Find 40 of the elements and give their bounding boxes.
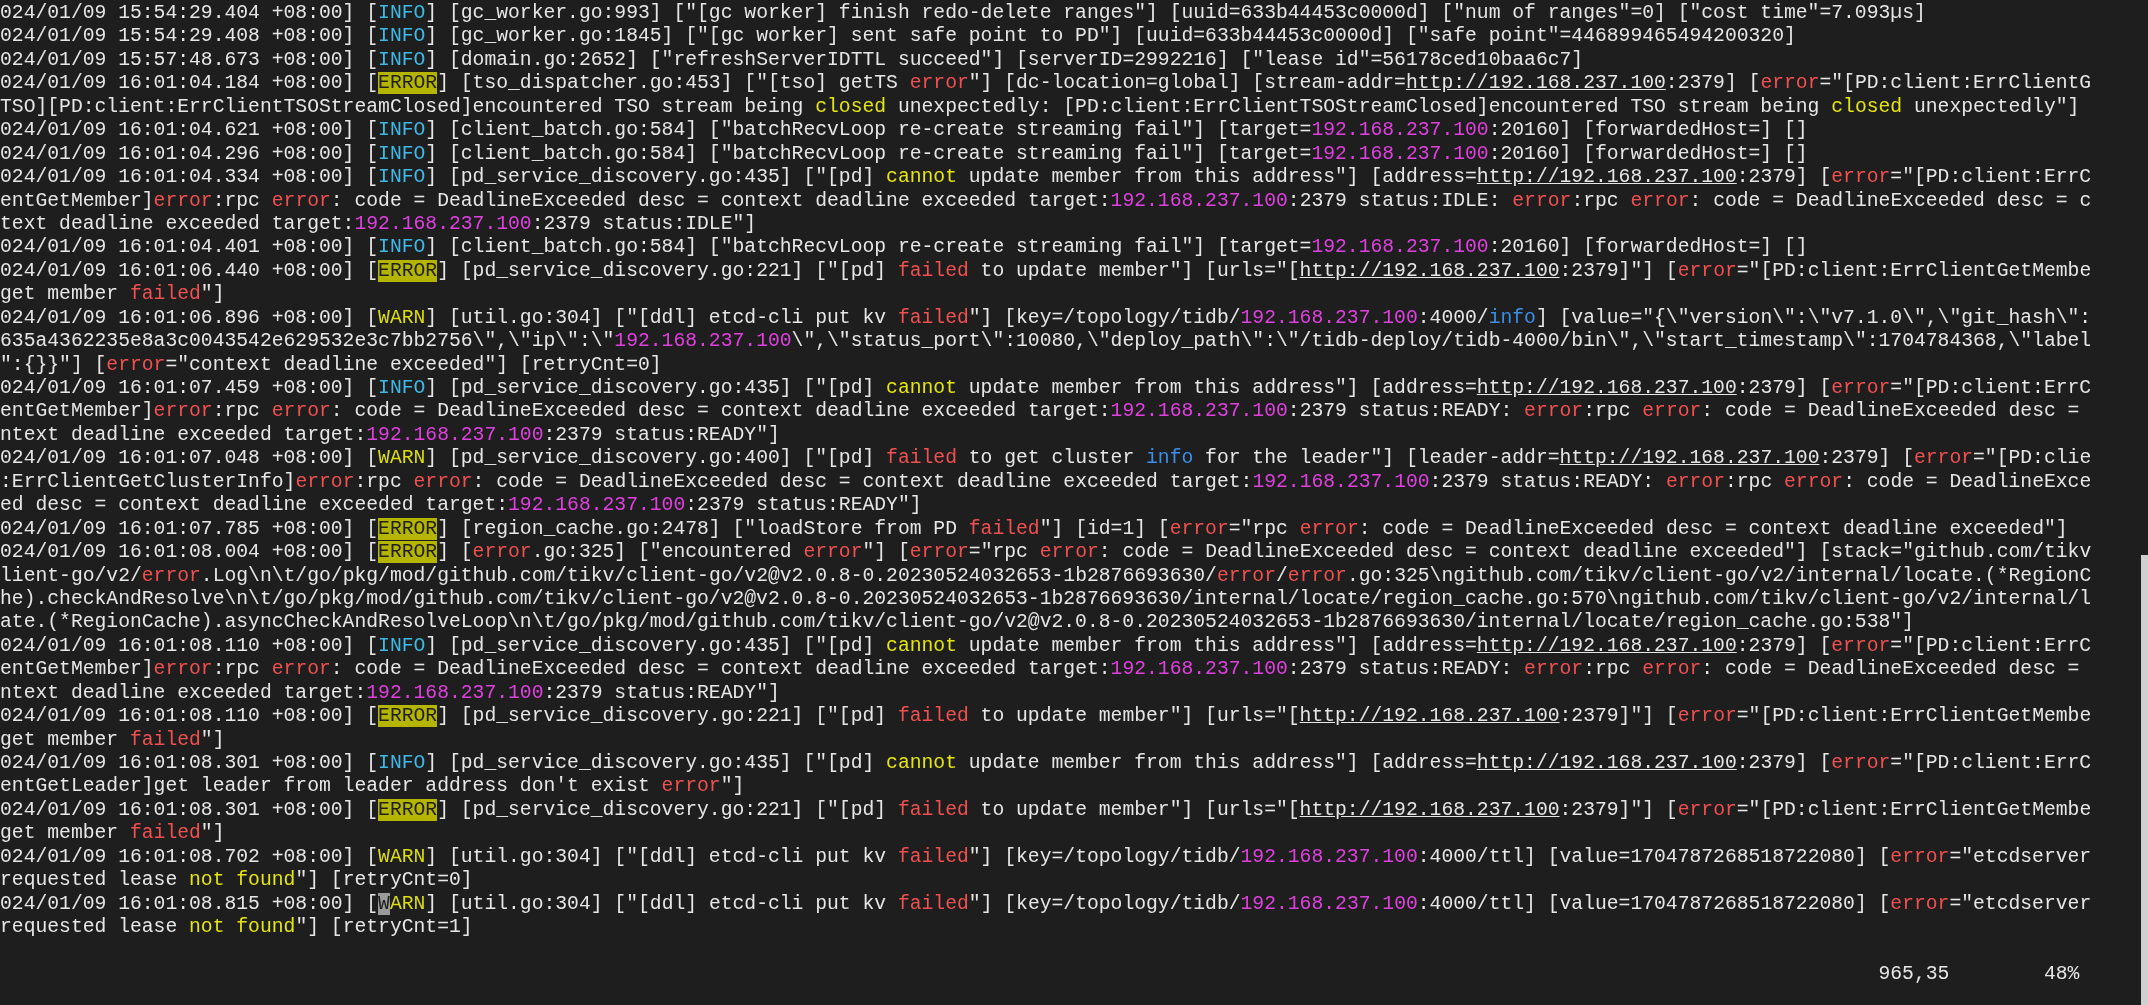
log-line: 024/01/09 16:01:04.401 +08:00] [INFO] [client_batch.go:584] ["batchRecvLoop re-create streaming fail"] [target=192.168.237.100:20160] [forwardedHost=] [] xyxy=(0,236,1809,260)
cursor-position: 965,35 xyxy=(1878,962,1950,987)
log-line: 024/01/09 16:01:07.048 +08:00] [WARN] [pd_service_discovery.go:400] ["[pd] failed to get cluster info for the leader"] [leader-addr=http://192.168.237.100:2379] [error="[PD:clie xyxy=(0,447,2093,471)
log-line: 024/01/09 15:54:29.408 +08:00] [INFO] [gc_worker.go:1845] ["[gc worker] sent safe point to PD"] [uuid=633b44453c0000d] ["safe point"=446899465494200320] xyxy=(0,25,1797,49)
log-line: requested lease not found"] [retryCnt=1] xyxy=(0,916,474,940)
log-line: 024/01/09 16:01:07.459 +08:00] [INFO] [pd_service_discovery.go:435] ["[pd] cannot update member from this address"] [address=http://192.168.237.100:2379] [error="[PD:client:ErrC xyxy=(0,377,2093,401)
log-line: 024/01/09 16:01:08.110 +08:00] [INFO] [pd_service_discovery.go:435] ["[pd] cannot update member from this address"] [address=http://192.168.237.100:2379] [error="[PD:client:ErrC xyxy=(0,634,2093,659)
log-line: entGetMember]error:rpc error: code = DeadlineExceeded desc = context deadline exceeded target:192.168.237.100:2379 status:READY: error:rpc error: code = DeadlineExceeded desc = xyxy=(0,400,2081,424)
log-line: get member failed"] xyxy=(0,822,226,846)
log-line: get member failed"] xyxy=(0,283,226,307)
log-line: he).checkAndResolve\n\t/go/pkg/mod/github.com/tikv/client-go/v2@v2.0.8-0.20230524032653-1b2876693630/internal/locate/region_cache.go:570\ngithub.com/tikv/client-go/v2/internal/l xyxy=(0,587,2093,612)
log-line: entGetMember]error:rpc error: code = DeadlineExceeded desc = context deadline exceeded target:192.168.237.100:2379 status:IDLE: error:rpc error: code = DeadlineExceeded desc = c xyxy=(0,189,2093,213)
log-line: ":{}}"] [error="context deadline exceeded"] [retryCnt=0] xyxy=(0,353,663,377)
log-line: ntext deadline exceeded target:192.168.237.100:2379 status:READY"] xyxy=(0,423,781,448)
log-line: ate.(*RegionCache).asyncCheckAndResolveLoop\n\t/go/pkg/mod/github.com/tikv/client-go/v2@v2.0.8-0.20230524032653-1b2876693630/internal/locate/region_cache.go:538"] xyxy=(0,611,1915,635)
log-line: 024/01/09 16:01:06.896 +08:00] [WARN] [util.go:304] ["[ddl] etcd-cli put kv failed"] [key=/topology/tidb/192.168.237.100:4000/info] [value="{\"version\":\"v7.1.0\",\"git_hash\": xyxy=(0,306,2093,331)
log-line: 024/01/09 16:01:04.184 +08:00] [ERROR] [tso_dispatcher.go:453] ["[tso] getTS error"] [dc-location=global] [stream-addr=http://192.168.237.100:2379] [error="[PD:client:ErrClientG xyxy=(0,72,2093,96)
log-line: get member failed"] xyxy=(0,728,226,752)
log-line: 635a4362235e8a3c0043542e629532e3c7bb2756\",\"ip\":\"192.168.237.100\",\"status_port\":10080,\"deploy_path\":\"/tidb-deploy/tidb-4000/bin\",\"start_timestamp\":1704784368,\"label xyxy=(0,330,2093,354)
log-line: entGetMember]error:rpc error: code = DeadlineExceeded desc = context deadline exceeded target:192.168.237.100:2379 status:READY: error:rpc error: code = DeadlineExceeded desc = xyxy=(0,658,2081,682)
log-line: text deadline exceeded target:192.168.237.100:2379 status:IDLE"] xyxy=(0,212,758,237)
log-line: 024/01/09 16:01:08.702 +08:00] [WARN] [util.go:304] ["[ddl] etcd-cli put kv failed"] [key=/topology/tidb/192.168.237.100:4000/ttl] [value=1704787268518722080] [error="etcdserver xyxy=(0,845,2093,870)
log-line: 024/01/09 16:01:04.296 +08:00] [INFO] [client_batch.go:584] ["batchRecvLoop re-create streaming fail"] [target=192.168.237.100:20160] [forwardedHost=] [] xyxy=(0,142,1809,167)
log-line: 024/01/09 16:01:08.301 +08:00] [INFO] [pd_service_discovery.go:435] ["[pd] cannot update member from this address"] [address=http://192.168.237.100:2379] [error="[PD:client:ErrC xyxy=(0,752,2093,776)
log-line: 024/01/09 16:01:08.004 +08:00] [ERROR] [error.go:325] ["encountered error"] [error="rpc error: code = DeadlineExceeded desc = context deadline exceeded"] [stack="github.com/tikv xyxy=(0,541,2093,565)
log-line: TSO][PD:client:ErrClientTSOStreamClosed]encountered TSO stream being closed unexpectedly: [PD:client:ErrClientTSOStreamClosed]encountered TSO stream being closed unexpectedly"] xyxy=(0,95,2081,120)
log-line: 024/01/09 16:01:07.785 +08:00] [ERROR] [region_cache.go:2478] ["loadStore from PD failed"] [id=1] [error="rpc error: code = DeadlineExceeded desc = context deadline exceeded"] xyxy=(0,517,2069,542)
log-line: entGetLeader]get leader from leader address don't exist error"] xyxy=(0,775,746,799)
scrollbar-thumb[interactable] xyxy=(2141,555,2148,1005)
log-line: 024/01/09 16:01:04.334 +08:00] [INFO] [pd_service_discovery.go:435] ["[pd] cannot update member from this address"] [address=http://192.168.237.100:2379] [error="[PD:client:ErrC xyxy=(0,166,2093,190)
log-line: lient-go/v2/error.Log\n\t/go/pkg/mod/github.com/tikv/client-go/v2@v2.0.8-0.20230524032653-1b2876693630/error/error.go:325\ngithub.com/tikv/client-go/v2/internal/locate.(*RegionC xyxy=(0,564,2093,588)
log-line: requested lease not found"] [retryCnt=0] xyxy=(0,869,474,893)
log-line: 024/01/09 16:01:04.621 +08:00] [INFO] [client_batch.go:584] ["batchRecvLoop re-create streaming fail"] [target=192.168.237.100:20160] [forwardedHost=] [] xyxy=(0,119,1809,143)
log-line: 024/01/09 16:01:06.440 +08:00] [ERROR] [pd_service_discovery.go:221] ["[pd] failed to update member"] [urls="[http://192.168.237.100:2379]"] [error="[PD:client:ErrClientGetMembe xyxy=(0,259,2093,284)
scroll-percent: 48% xyxy=(2043,962,2080,987)
log-line: ed desc = context deadline exceeded target:192.168.237.100:2379 status:READY"] xyxy=(0,494,923,518)
log-line: ntext deadline exceeded target:192.168.237.100:2379 status:READY"] xyxy=(0,681,781,706)
log-line: 024/01/09 15:57:48.673 +08:00] [INFO] [domain.go:2652] ["refreshServerIDTTL succeed"] [serverID=2992216] ["lease id"=56178ced10baa6c7] xyxy=(0,48,1585,73)
log-line: 024/01/09 15:54:29.404 +08:00] [INFO] [gc_worker.go:993] ["[gc worker] finish redo-delete ranges"] [uuid=633b44453c0000d] ["num of ranges"=0] ["cost time"=7.093µs] xyxy=(0,2,1927,26)
log-line: :ErrClientGetClusterInfo]error:rpc error: code = DeadlineExceeded desc = context deadline exceeded target:192.168.237.100:2379 status:READY: error:rpc error: code = DeadlineExce xyxy=(0,470,2093,495)
